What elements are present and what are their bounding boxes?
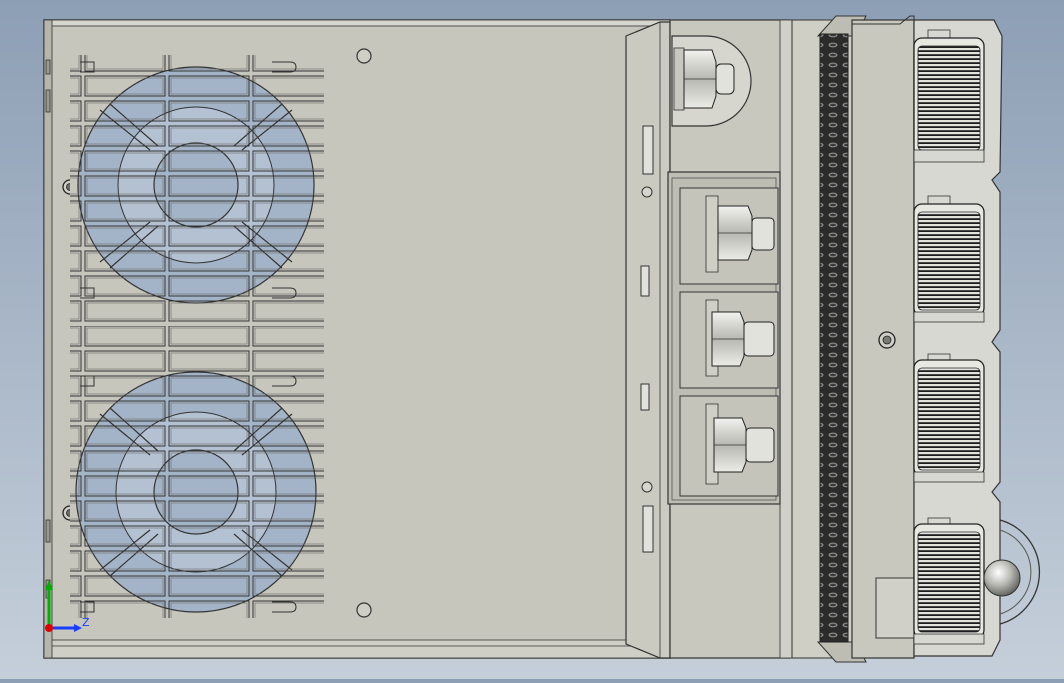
bracket-hole-upper (641, 186, 653, 198)
ground-stud-washer (673, 47, 685, 111)
housing-bottom-lip (43, 639, 671, 659)
vent-perforations (819, 33, 849, 643)
ground-stud-bolt (715, 63, 735, 95)
bracket-bevel (625, 21, 671, 659)
connector-1-ribs (917, 45, 981, 151)
terminal-3-bolt (745, 427, 775, 463)
triad-x-origin-icon (45, 624, 53, 632)
terminal-area-right-wall (779, 19, 793, 659)
cooling-fan-upper[interactable] (70, 55, 324, 323)
side-bracket-strip[interactable] (625, 21, 671, 659)
terminal-2-bolt (743, 321, 775, 357)
connector-3[interactable] (913, 353, 985, 483)
connector-3-collar (913, 471, 985, 483)
terminal-bolt-1[interactable] (679, 187, 779, 285)
cooling-fan-lower[interactable] (70, 326, 324, 618)
connector-4[interactable] (913, 517, 985, 645)
fan-upper-grille (70, 55, 324, 323)
terminal-bolt-2[interactable] (679, 291, 779, 389)
cad-model-view[interactable]: Z (0, 0, 1064, 679)
connector-2-ribs (917, 211, 981, 311)
ball-knob-sphere (983, 559, 1021, 597)
terminal-1-bolt (751, 217, 775, 251)
connector-column[interactable] (851, 15, 915, 659)
connector-column-screw-icon (878, 331, 896, 349)
fan-lower-grille (70, 326, 324, 618)
connector-4-collar (913, 633, 985, 645)
housing-left-edge (43, 19, 53, 659)
connector-1-collar (913, 149, 985, 163)
connector-1[interactable] (913, 29, 985, 163)
connector-column-label-plate (875, 577, 915, 639)
connector-2-collar (913, 311, 985, 323)
cad-viewport[interactable]: Z (0, 0, 1064, 679)
triad-axis-label: Z (82, 616, 90, 629)
terminal-bolt-3[interactable] (679, 395, 779, 497)
connector-3-ribs (917, 367, 981, 471)
screw-hole-top (356, 48, 372, 64)
connector-2[interactable] (913, 195, 985, 323)
housing-top-lip (43, 19, 671, 27)
bracket-hole-lower (641, 481, 653, 493)
terminal-block-area[interactable] (667, 19, 793, 659)
screw-hole-bottom (356, 602, 372, 618)
connector-4-ribs (917, 531, 981, 633)
terminal-1-washer (705, 195, 719, 273)
